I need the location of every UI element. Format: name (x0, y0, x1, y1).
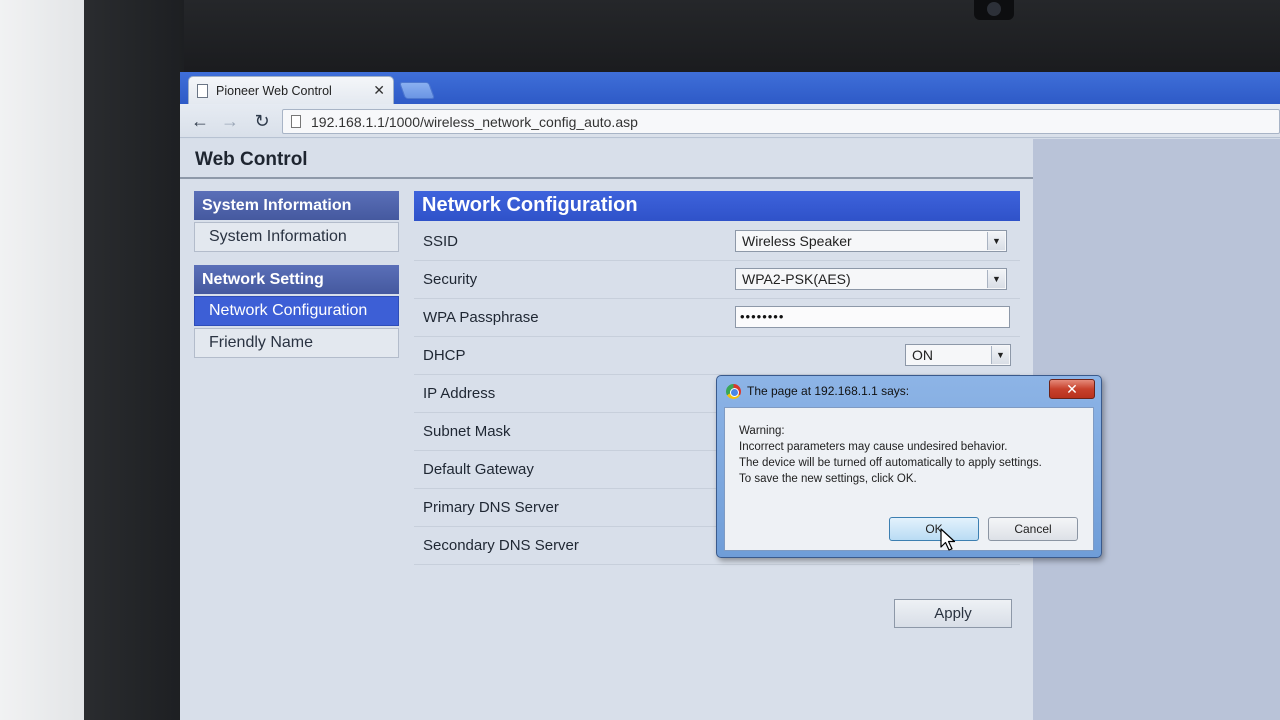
close-tab-icon[interactable]: ✕ (373, 82, 385, 99)
tab-strip: Pioneer Web Control ✕ (180, 72, 1280, 104)
default-gateway-label: Default Gateway (423, 461, 534, 478)
dialog-body: Warning: Incorrect parameters may cause … (724, 407, 1094, 551)
browser-toolbar: ← → ↻ 192.168.1.1/1000/wireless_network_… (180, 104, 1280, 138)
reload-button[interactable]: ↻ (250, 110, 274, 132)
tab-title: Pioneer Web Control (216, 83, 332, 98)
sidebar-item-system-information[interactable]: System Information (194, 222, 399, 252)
site-title: Web Control (195, 149, 308, 170)
dialog-message: Warning: Incorrect parameters may cause … (739, 423, 1042, 487)
monitor-bezel-left (84, 0, 184, 720)
apply-button[interactable]: Apply (894, 599, 1012, 628)
dhcp-value: ON (912, 347, 933, 363)
dhcp-label: DHCP (423, 347, 466, 364)
tab-pioneer-web-control[interactable]: Pioneer Web Control ✕ (188, 76, 394, 104)
passphrase-label: WPA Passphrase (423, 309, 539, 326)
new-tab-button[interactable] (398, 82, 436, 99)
dialog-line: Warning: (739, 425, 785, 437)
ssid-value: Wireless Speaker (742, 233, 852, 249)
mouse-cursor-icon (940, 528, 956, 551)
ssid-select[interactable]: Wireless Speaker ▼ (735, 230, 1007, 252)
dialog-title: The page at 192.168.1.1 says: (747, 384, 910, 398)
primary-dns-label: Primary DNS Server (423, 499, 559, 516)
ssid-label: SSID (423, 233, 459, 250)
subnet-mask-label: Subnet Mask (423, 423, 511, 440)
dialog-line: Incorrect parameters may cause undesired… (739, 441, 1008, 453)
sidebar-item-network-configuration[interactable]: Network Configuration (194, 296, 399, 326)
webcam-icon (974, 0, 1014, 20)
address-url: 192.168.1.1/1000/wireless_network_config… (311, 113, 638, 130)
chrome-icon (726, 383, 741, 399)
sidebar-item-friendly-name[interactable]: Friendly Name (194, 328, 399, 358)
page-icon (197, 83, 208, 98)
alert-dialog: The page at 192.168.1.1 says: ✕ Warning:… (716, 375, 1102, 558)
security-value: WPA2-PSK(AES) (742, 271, 851, 287)
form-row-dhcp: DHCP ON ▼ (414, 337, 1020, 375)
monitor-bezel-top (84, 0, 1280, 76)
sidebar-header-network-setting: Network Setting (194, 265, 399, 294)
forward-button[interactable]: → (218, 110, 242, 132)
section-title: Network Configuration (414, 191, 1020, 221)
page-icon (291, 115, 301, 128)
address-bar[interactable]: 192.168.1.1/1000/wireless_network_config… (282, 109, 1280, 134)
security-label: Security (423, 271, 478, 288)
dialog-line: To save the new settings, click OK. (739, 473, 917, 485)
secondary-dns-label: Secondary DNS Server (423, 537, 579, 554)
sidebar-header-system-information: System Information (194, 191, 399, 220)
ok-button[interactable]: OK (889, 517, 979, 541)
dhcp-select[interactable]: ON ▼ (905, 344, 1011, 366)
form-row-ssid: SSID Wireless Speaker ▼ (414, 223, 1020, 261)
ip-address-label: IP Address (423, 385, 496, 402)
dialog-line: The device will be turned off automatica… (739, 457, 1042, 469)
title-divider (180, 177, 1033, 179)
form-row-passphrase: WPA Passphrase •••••••• (414, 299, 1020, 337)
cancel-button[interactable]: Cancel (988, 517, 1078, 541)
dialog-titlebar[interactable]: The page at 192.168.1.1 says: (717, 376, 1101, 406)
chevron-down-icon: ▼ (987, 270, 1005, 288)
passphrase-input[interactable]: •••••••• (735, 306, 1010, 328)
wall-background (0, 0, 84, 720)
chevron-down-icon: ▼ (987, 232, 1005, 250)
dialog-close-button[interactable]: ✕ (1049, 379, 1095, 399)
form-row-security: Security WPA2-PSK(AES) ▼ (414, 261, 1020, 299)
back-button[interactable]: ← (188, 110, 212, 132)
security-select[interactable]: WPA2-PSK(AES) ▼ (735, 268, 1007, 290)
chevron-down-icon: ▼ (991, 346, 1009, 364)
